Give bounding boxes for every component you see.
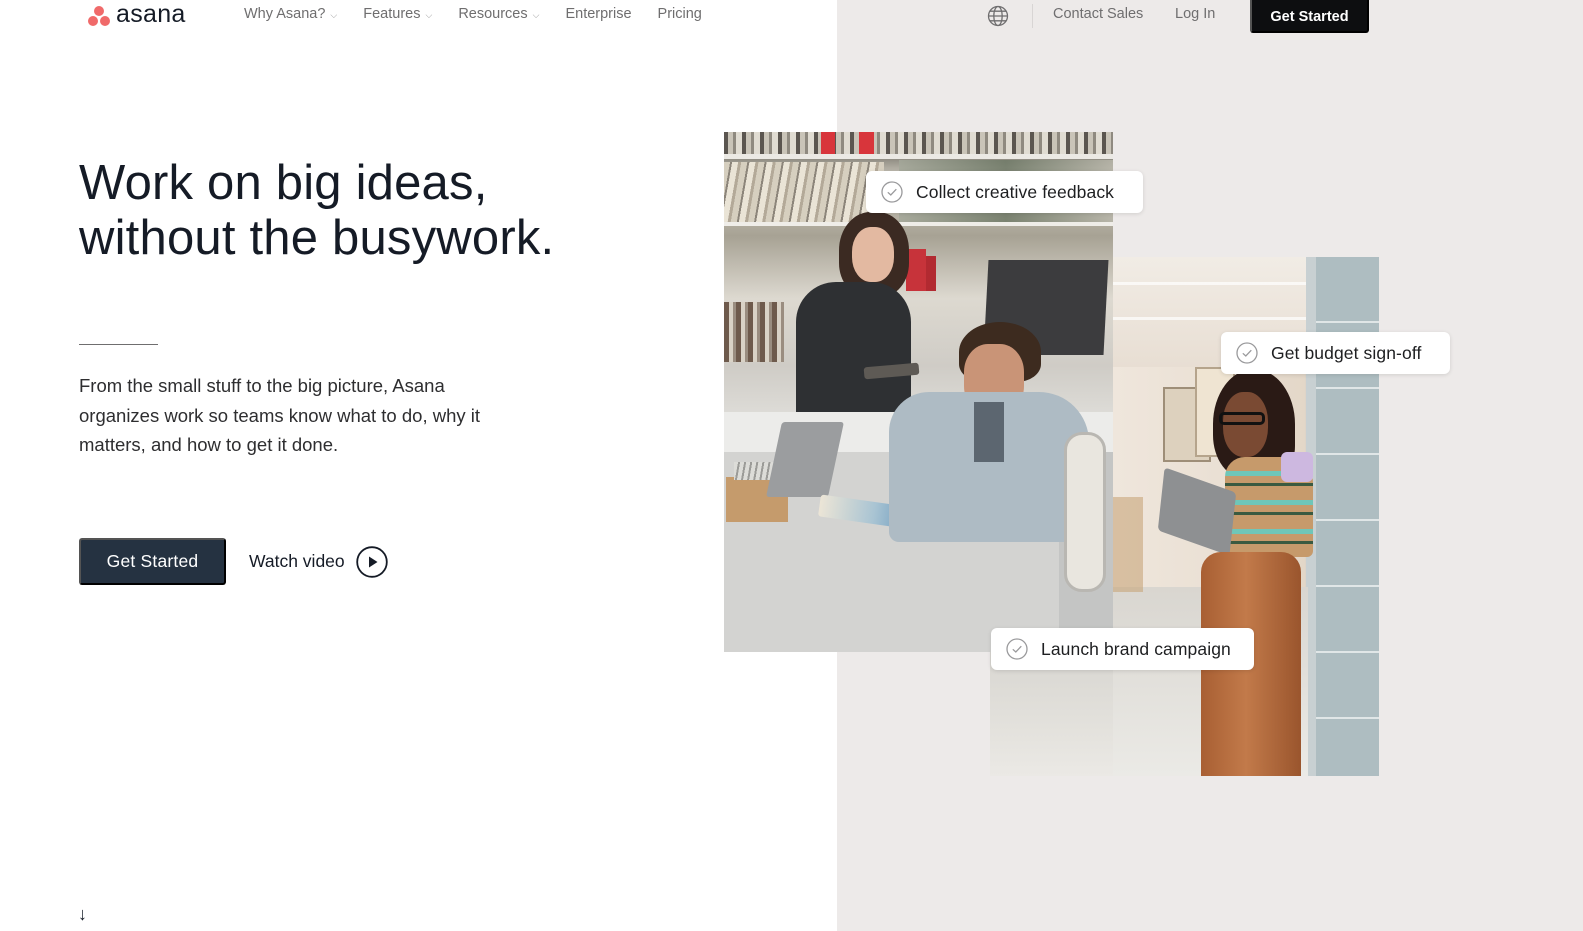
nav-link-label: Pricing <box>657 6 702 22</box>
hero-get-started-button[interactable]: Get Started <box>79 538 226 585</box>
nav-get-started-button[interactable]: Get Started <box>1250 0 1369 33</box>
play-circle-icon <box>355 545 388 578</box>
primary-nav-links: Why Asana? ⌵ Features ⌵ Resources ⌵ Ente… <box>244 6 728 22</box>
nav-link-enterprise[interactable]: Enterprise <box>565 6 631 22</box>
nav-link-why-asana[interactable]: Why Asana? ⌵ <box>244 6 337 22</box>
photo-floor-extension <box>990 652 1113 776</box>
hero-title-line: Work on big ideas, <box>79 156 488 210</box>
nav-link-label: Why Asana? <box>244 6 326 22</box>
watch-video-button[interactable]: Watch video <box>249 545 388 578</box>
log-in-link[interactable]: Log In <box>1175 6 1215 22</box>
hero-title: Work on big ideas, without the busywork. <box>79 156 554 266</box>
hero-subtitle: From the small stuff to the big picture,… <box>79 375 481 455</box>
task-card-launch-brand-campaign: Launch brand campaign <box>991 628 1254 670</box>
nav-link-label: Features <box>363 6 421 22</box>
logo-wordmark: asana <box>116 0 186 28</box>
contact-sales-link[interactable]: Contact Sales <box>1053 6 1143 22</box>
task-card-collect-creative-feedback: Collect creative feedback <box>866 171 1143 213</box>
top-navigation: asana Why Asana? ⌵ Features ⌵ Resources … <box>0 0 1583 34</box>
task-card-label: Get budget sign-off <box>1271 342 1422 363</box>
task-card-label: Collect creative feedback <box>916 181 1115 202</box>
check-circle-icon <box>1006 638 1028 660</box>
chevron-down-icon: ⌵ <box>425 9 433 20</box>
chevron-down-icon: ⌵ <box>532 9 540 20</box>
check-circle-icon <box>881 181 903 203</box>
chevron-down-icon: ⌵ <box>330 9 338 20</box>
globe-icon[interactable] <box>987 5 1009 27</box>
task-card-get-budget-sign-off: Get budget sign-off <box>1221 332 1450 374</box>
check-circle-icon <box>1236 342 1258 364</box>
nav-link-label: Resources <box>458 6 528 22</box>
hero-divider <box>79 344 158 345</box>
asana-logo[interactable]: asana <box>88 0 186 28</box>
nav-divider <box>1032 4 1033 28</box>
watch-video-label: Watch video <box>249 551 345 571</box>
hero-title-line: without the busywork. <box>79 211 555 265</box>
task-card-label: Launch brand campaign <box>1041 638 1231 659</box>
nav-link-pricing[interactable]: Pricing <box>658 6 702 22</box>
asana-logo-icon <box>88 5 112 27</box>
nav-link-label: Enterprise <box>565 6 632 22</box>
scroll-down-arrow-icon[interactable]: ↓ <box>78 904 87 925</box>
nav-link-features[interactable]: Features ⌵ <box>363 6 432 22</box>
nav-link-resources[interactable]: Resources ⌵ <box>458 6 539 22</box>
